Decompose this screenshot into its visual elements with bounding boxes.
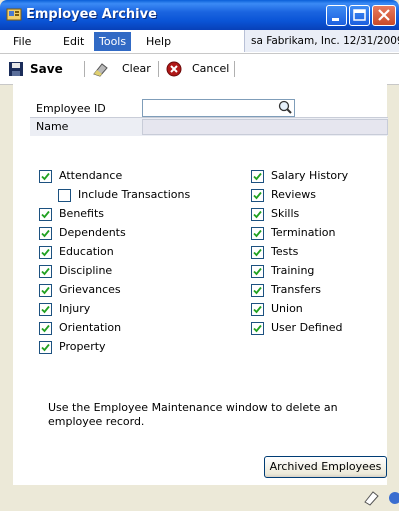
check-icon [253, 248, 262, 257]
checkbox-transfers[interactable] [251, 284, 264, 297]
save-button[interactable]: Save [8, 60, 78, 78]
checkbox-grievances[interactable] [39, 284, 52, 297]
checkbox-reviews[interactable] [251, 189, 264, 202]
lookup-icon [278, 100, 292, 114]
toolbar: Save Clear Cancel [0, 54, 399, 85]
checkbox-education[interactable] [39, 246, 52, 259]
checkbox-attendance[interactable] [39, 170, 52, 183]
window: Employee Archive File Edit Tools Help sa… [0, 0, 399, 511]
clear-button[interactable]: Clear [92, 60, 152, 78]
checkbox-label: Attendance [59, 169, 123, 182]
checkbox-label: Grievances [59, 283, 121, 296]
check-icon [41, 286, 50, 295]
checkbox-label: Termination [271, 226, 336, 239]
menu-file[interactable]: File [8, 34, 36, 50]
employee-id-label: Employee ID [36, 102, 106, 115]
checkbox-union[interactable] [251, 303, 264, 316]
minimize-icon [332, 18, 339, 21]
company-text: sa Fabrikam, Inc. 12/31/2009 [251, 35, 399, 47]
close-icon [378, 9, 390, 21]
info-note: Use the Employee Maintenance window to d… [48, 401, 338, 428]
app-icon [6, 8, 22, 21]
checkbox-label: Skills [271, 207, 300, 220]
employee-id-input[interactable] [142, 99, 295, 117]
checkbox-benefits[interactable] [39, 208, 52, 221]
status-bar [0, 485, 399, 511]
check-icon [41, 343, 50, 352]
checkbox-label: Dependents [59, 226, 126, 239]
menu-tools[interactable]: Tools [94, 32, 132, 51]
check-icon [253, 267, 262, 276]
check-icon [253, 191, 262, 200]
checkbox-label: Benefits [59, 207, 105, 220]
help-icon[interactable] [387, 490, 399, 506]
check-icon [41, 305, 50, 314]
save-icon [9, 62, 23, 76]
toolbar-separator [234, 61, 235, 77]
cancel-button[interactable]: Cancel [166, 60, 236, 78]
name-field [142, 119, 388, 135]
check-icon [253, 229, 262, 238]
maximize-button[interactable] [349, 5, 370, 26]
check-icon [253, 305, 262, 314]
checkbox-label: Education [59, 245, 114, 258]
check-icon [41, 324, 50, 333]
maximize-icon [353, 9, 366, 21]
name-label: Name [36, 120, 69, 133]
check-icon [41, 172, 50, 181]
checkbox-salary-history[interactable] [251, 170, 264, 183]
checkbox-property[interactable] [39, 341, 52, 354]
toolbar-separator [158, 61, 159, 77]
checkbox-label: Training [271, 264, 315, 277]
checkbox-label: Tests [271, 245, 299, 258]
clear-icon [93, 63, 108, 77]
cancel-icon [166, 61, 182, 77]
checkbox-skills[interactable] [251, 208, 264, 221]
checkbox-label: Injury [59, 302, 91, 315]
checkbox-label: Include Transactions [78, 188, 191, 201]
checkbox-label: Property [59, 340, 106, 353]
menu-edit[interactable]: Edit [58, 34, 89, 50]
lookup-button[interactable] [277, 100, 294, 115]
checkbox-orientation[interactable] [39, 322, 52, 335]
checkbox-label: User Defined [271, 321, 343, 334]
check-icon [41, 248, 50, 257]
checkbox-label: Orientation [59, 321, 122, 334]
minimize-button[interactable] [326, 5, 347, 26]
checkbox-dependents[interactable] [39, 227, 52, 240]
close-button[interactable] [372, 5, 396, 26]
checkbox-label: Discipline [59, 264, 113, 277]
note-icon[interactable] [362, 490, 380, 506]
archived-employees-button[interactable]: Archived Employees [264, 456, 387, 478]
check-icon [253, 210, 262, 219]
checkbox-tests[interactable] [251, 246, 264, 259]
window-title: Employee Archive [26, 7, 157, 22]
check-icon [41, 267, 50, 276]
check-icon [253, 324, 262, 333]
checkbox-injury[interactable] [39, 303, 52, 316]
check-icon [41, 229, 50, 238]
checkbox-label: Salary History [271, 169, 349, 182]
check-icon [253, 172, 262, 181]
menu-help[interactable]: Help [141, 34, 176, 50]
checkbox-training[interactable] [251, 265, 264, 278]
checkbox-label: Reviews [271, 188, 316, 201]
toolbar-separator [84, 61, 85, 77]
checkbox-include-transactions[interactable] [58, 189, 71, 202]
checkbox-label: Union [271, 302, 303, 315]
checkbox-discipline[interactable] [39, 265, 52, 278]
company-info: sa Fabrikam, Inc. 12/31/2009 [244, 30, 399, 52]
checkbox-label: Transfers [271, 283, 321, 296]
check-icon [41, 210, 50, 219]
clear-label: Clear [122, 62, 151, 75]
cancel-label: Cancel [192, 62, 230, 75]
title-bar: Employee Archive [0, 0, 399, 30]
check-icon [253, 286, 262, 295]
checkbox-user-defined[interactable] [251, 322, 264, 335]
checkbox-termination[interactable] [251, 227, 264, 240]
save-label: Save [30, 62, 63, 76]
